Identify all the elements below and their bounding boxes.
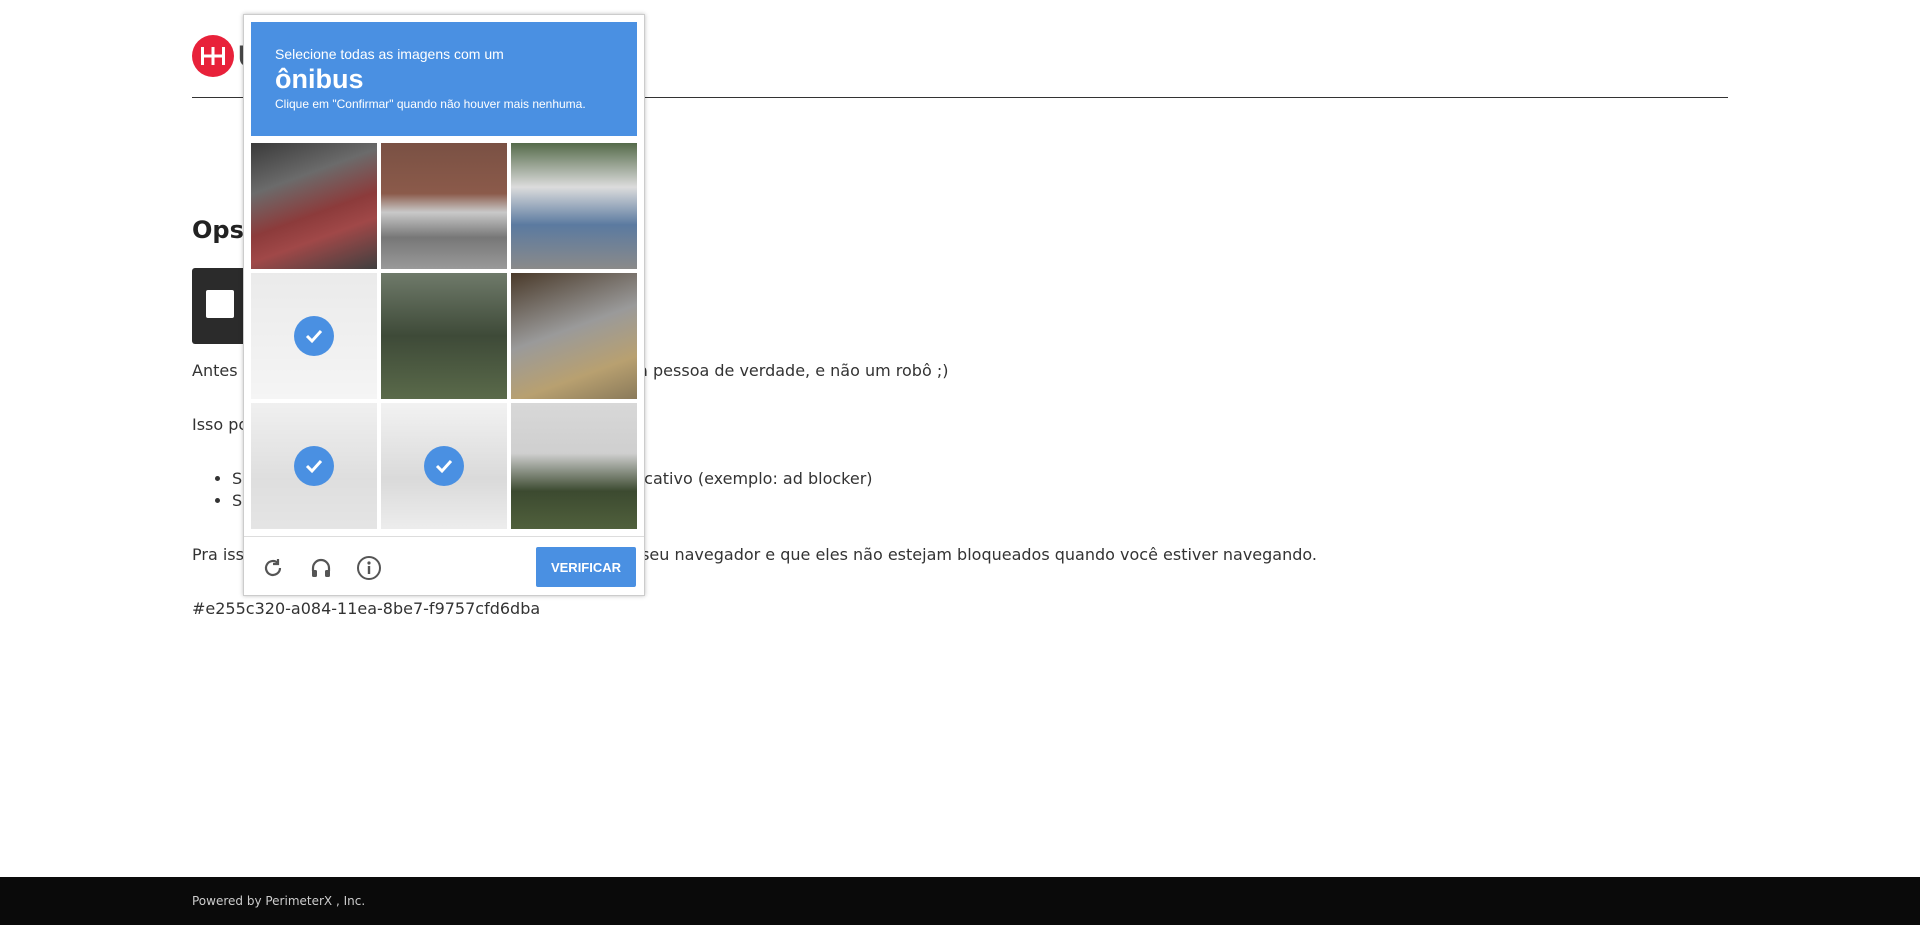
captcha-target-word: ônibus	[275, 64, 364, 94]
checkmark-icon	[294, 446, 334, 486]
captcha-header: Selecione todas as imagens com um ônibus…	[251, 22, 637, 136]
captcha-tile[interactable]	[381, 143, 507, 269]
captcha-dialog: Selecione todas as imagens com um ônibus…	[243, 14, 645, 596]
captcha-tile[interactable]	[511, 143, 637, 269]
checkmark-icon	[294, 316, 334, 356]
logo	[192, 35, 234, 77]
reload-icon[interactable]	[260, 555, 286, 581]
captcha-tile[interactable]	[511, 273, 637, 399]
checkbox-icon	[206, 290, 234, 318]
verify-button[interactable]: VERIFICAR	[536, 547, 636, 587]
captcha-hint: Clique em "Confirmar" quando não houver …	[275, 97, 586, 111]
checkmark-icon	[424, 446, 464, 486]
captcha-footer: VERIFICAR	[244, 536, 644, 596]
captcha-image-grid	[251, 143, 637, 529]
captcha-tile[interactable]	[381, 403, 507, 529]
captcha-instruction: Selecione todas as imagens com um	[275, 46, 504, 62]
captcha-tile[interactable]	[381, 273, 507, 399]
reference-id: #e255c320-a084-11ea-8be7-f9757cfd6dba	[192, 599, 541, 618]
audio-icon[interactable]	[308, 555, 334, 581]
footer: Powered by PerimeterX , Inc.	[0, 877, 1920, 925]
captcha-tile[interactable]	[511, 403, 637, 529]
captcha-tile[interactable]	[251, 143, 377, 269]
info-icon[interactable]	[356, 555, 382, 581]
captcha-tile[interactable]	[251, 273, 377, 399]
logo-mark-icon	[201, 47, 225, 65]
captcha-tile[interactable]	[251, 403, 377, 529]
footer-text: Powered by PerimeterX , Inc.	[192, 894, 366, 908]
